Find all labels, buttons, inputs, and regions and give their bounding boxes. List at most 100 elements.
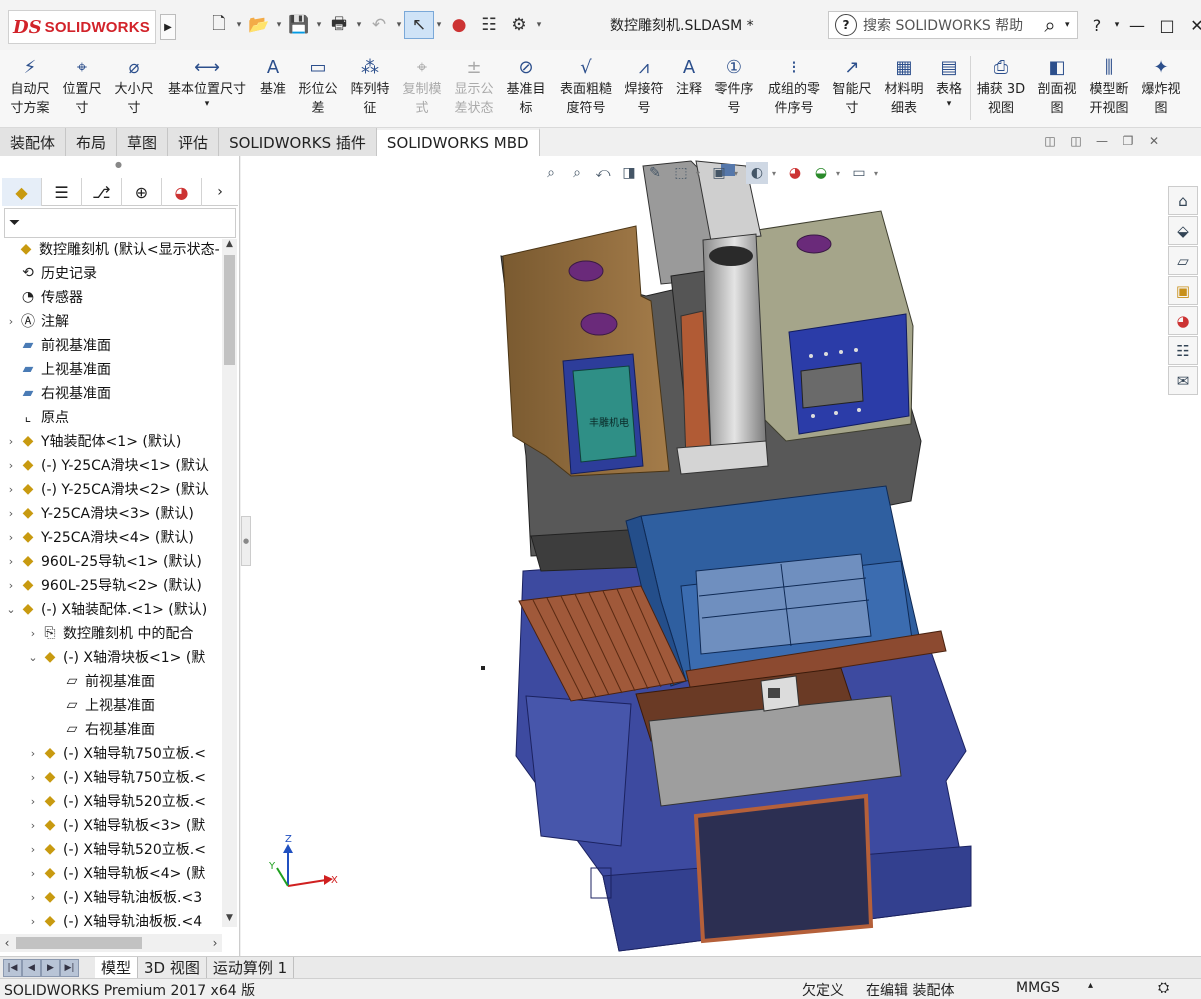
- expand-chevron-icon[interactable]: ›: [4, 315, 18, 328]
- tree-item[interactable]: ⌄ ◆ (-) X轴滑块板<1> (默: [0, 645, 220, 669]
- tree-item[interactable]: ▱ 前视基准面: [0, 669, 220, 693]
- pattern-feature-button[interactable]: ⁂ 阵列特 征: [346, 54, 394, 122]
- tree-item[interactable]: › ◆ (-) X轴导轨板<3> (默: [0, 813, 220, 837]
- help-dropdown-icon[interactable]: ▾: [1112, 20, 1122, 30]
- new-document-icon[interactable]: 🗋: [204, 11, 234, 39]
- menu-expand-arrow-icon[interactable]: ▶: [160, 14, 176, 40]
- tree-item[interactable]: › ◆ Y轴装配体<1> (默认): [0, 429, 220, 453]
- edit-appearance-icon[interactable]: ◕: [784, 162, 806, 184]
- expand-chevron-icon[interactable]: ›: [4, 507, 18, 520]
- view-orientation-dropdown-icon[interactable]: ▾: [696, 169, 704, 178]
- tree-item[interactable]: › ◆ (-) X轴导轨板<4> (默: [0, 861, 220, 885]
- table-button[interactable]: ▤ 表格 ▾: [930, 54, 968, 122]
- design-library-icon[interactable]: ⬙: [1168, 216, 1198, 245]
- last-tab-icon[interactable]: ▶|: [60, 958, 79, 977]
- previous-view-icon[interactable]: ⤺: [592, 162, 614, 184]
- search-icon[interactable]: ⌕: [1035, 13, 1065, 37]
- copy-scheme-button[interactable]: ⌖ 复制模 式: [398, 54, 446, 122]
- size-dimension-button[interactable]: ⌀ 大小尺 寸: [110, 54, 158, 122]
- print-dropdown-icon[interactable]: ▾: [354, 20, 364, 30]
- expand-chevron-icon[interactable]: ›: [26, 843, 40, 856]
- custom-properties-icon[interactable]: ☷: [1168, 336, 1198, 365]
- open-document-icon[interactable]: 📂: [244, 11, 274, 39]
- help-search-box[interactable]: ? 搜索 SOLIDWORKS 帮助 ⌕ ▾: [828, 11, 1078, 39]
- file-properties-icon[interactable]: ☷: [474, 11, 504, 39]
- exploded-view-button[interactable]: ✦ 爆炸视 图: [1136, 54, 1186, 122]
- units-dropdown-icon[interactable]: ▴: [1088, 980, 1093, 991]
- solidworks-logo[interactable]: DS SOLIDWORKS: [8, 10, 156, 44]
- tree-item[interactable]: ▰ 右视基准面: [0, 381, 220, 405]
- close-button[interactable]: ✕: [1182, 16, 1201, 35]
- collapse-chevron-icon[interactable]: ⌄: [26, 651, 40, 664]
- open-dropdown-icon[interactable]: ▾: [274, 20, 284, 30]
- solidworks-forum-icon[interactable]: ✉: [1168, 366, 1198, 395]
- next-tab-icon[interactable]: ▶: [41, 958, 60, 977]
- display-style-dropdown-icon[interactable]: ▾: [734, 169, 742, 178]
- section-view-button[interactable]: ◧ 剖面视 图: [1032, 54, 1082, 122]
- solidworks-resources-home-icon[interactable]: ⌂: [1168, 186, 1198, 215]
- expand-chevron-icon[interactable]: ›: [26, 747, 40, 760]
- zoom-to-area-icon[interactable]: ⌕: [566, 162, 588, 184]
- scroll-thumb[interactable]: [224, 255, 235, 365]
- select-cursor-icon[interactable]: ↖: [404, 11, 434, 39]
- units-selector[interactable]: MMGS: [1016, 980, 1060, 996]
- tree-item[interactable]: › ⎘ 数控雕刻机 中的配合: [0, 621, 220, 645]
- tab-sketch[interactable]: 草图: [117, 128, 169, 156]
- first-tab-icon[interactable]: |◀: [3, 958, 22, 977]
- tree-item[interactable]: ▱ 上视基准面: [0, 693, 220, 717]
- help-menu-button[interactable]: ?: [1082, 16, 1112, 35]
- show-tolerance-status-button[interactable]: ± 显示公 差状态: [450, 54, 498, 122]
- expand-chevron-icon[interactable]: ›: [26, 771, 40, 784]
- scroll-up-icon[interactable]: ▲: [222, 239, 237, 253]
- geometric-tolerance-button[interactable]: ▭ 形位公 差: [294, 54, 342, 122]
- model-break-view-button[interactable]: ⫼ 模型断 开视图: [1084, 54, 1134, 122]
- save-dropdown-icon[interactable]: ▾: [314, 20, 324, 30]
- tree-item[interactable]: › ◆ (-) X轴导轨520立板.<: [0, 837, 220, 861]
- new-dropdown-icon[interactable]: ▾: [234, 20, 244, 30]
- surface-finish-button[interactable]: √ 表面粗糙 度符号: [554, 54, 618, 122]
- expand-chevron-icon[interactable]: ›: [4, 531, 18, 544]
- expand-chevron-icon[interactable]: ›: [4, 459, 18, 472]
- note-button[interactable]: A 注释: [670, 54, 708, 122]
- scroll-left-icon[interactable]: ‹: [0, 934, 14, 952]
- balloon-button[interactable]: ① 零件序 号: [710, 54, 758, 122]
- document-restore-icon[interactable]: ❐: [1119, 134, 1137, 148]
- tree-item[interactable]: ⟲ 历史记录: [0, 261, 220, 285]
- appearances-scenes-icon[interactable]: ◕: [1168, 306, 1198, 335]
- view-palette-icon[interactable]: ▣: [1168, 276, 1198, 305]
- expand-chevron-icon[interactable]: ›: [26, 891, 40, 904]
- apply-scene-dropdown-icon[interactable]: ▾: [836, 169, 844, 178]
- tab-mbd[interactable]: SOLIDWORKS MBD: [376, 128, 540, 156]
- tab-3d-views[interactable]: 3D 视图: [138, 956, 207, 979]
- options-gear-icon[interactable]: ⚙: [504, 11, 534, 39]
- tree-item[interactable]: › ◆ Y-25CA滑块<3> (默认): [0, 501, 220, 525]
- tree-item[interactable]: ⌞ 原点: [0, 405, 220, 429]
- tree-item[interactable]: › ◆ (-) X轴导轨520立板.<: [0, 789, 220, 813]
- smart-dimension-button[interactable]: ↗ 智能尺 寸: [828, 54, 876, 122]
- more-tabs-icon[interactable]: ›: [202, 178, 238, 205]
- scroll-thumb[interactable]: [16, 937, 142, 949]
- expand-chevron-icon[interactable]: ›: [4, 483, 18, 496]
- rebuild-status-icon[interactable]: ⛭: [1158, 980, 1169, 996]
- display-manager-tab-icon[interactable]: ◕: [162, 178, 202, 206]
- help-search-input[interactable]: 搜索 SOLIDWORKS 帮助: [863, 15, 1035, 35]
- minimize-button[interactable]: —: [1122, 16, 1152, 35]
- tree-item[interactable]: › ◆ (-) X轴导轨750立板.<: [0, 741, 220, 765]
- section-view-icon[interactable]: ◨: [618, 162, 640, 184]
- undo-dropdown-icon[interactable]: ▾: [394, 20, 404, 30]
- dynamic-annotation-views-icon[interactable]: ✎: [644, 162, 666, 184]
- tree-item[interactable]: ▰ 上视基准面: [0, 357, 220, 381]
- view-settings-icon[interactable]: ▭: [848, 162, 870, 184]
- panel-grip-icon[interactable]: ●: [115, 160, 122, 169]
- tree-item[interactable]: › ◆ Y-25CA滑块<4> (默认): [0, 525, 220, 549]
- tab-evaluate[interactable]: 评估: [168, 128, 220, 156]
- tree-item[interactable]: › ◆ (-) X轴导轨750立板.<: [0, 765, 220, 789]
- tab-addins[interactable]: SOLIDWORKS 插件: [219, 128, 377, 156]
- tree-item[interactable]: › ◆ (-) X轴导轨油板板.<4: [0, 909, 220, 933]
- tree-item[interactable]: ◆ 数控雕刻机 (默认<显示状态-: [0, 237, 220, 261]
- expand-chevron-icon[interactable]: ›: [4, 435, 18, 448]
- tree-item[interactable]: › ◆ (-) Y-25CA滑块<1> (默认: [0, 453, 220, 477]
- expand-chevron-icon[interactable]: ›: [26, 795, 40, 808]
- auto-dimension-button[interactable]: ⚡ 自动尺 寸方案: [6, 54, 54, 122]
- datum-button[interactable]: A 基准: [254, 54, 292, 122]
